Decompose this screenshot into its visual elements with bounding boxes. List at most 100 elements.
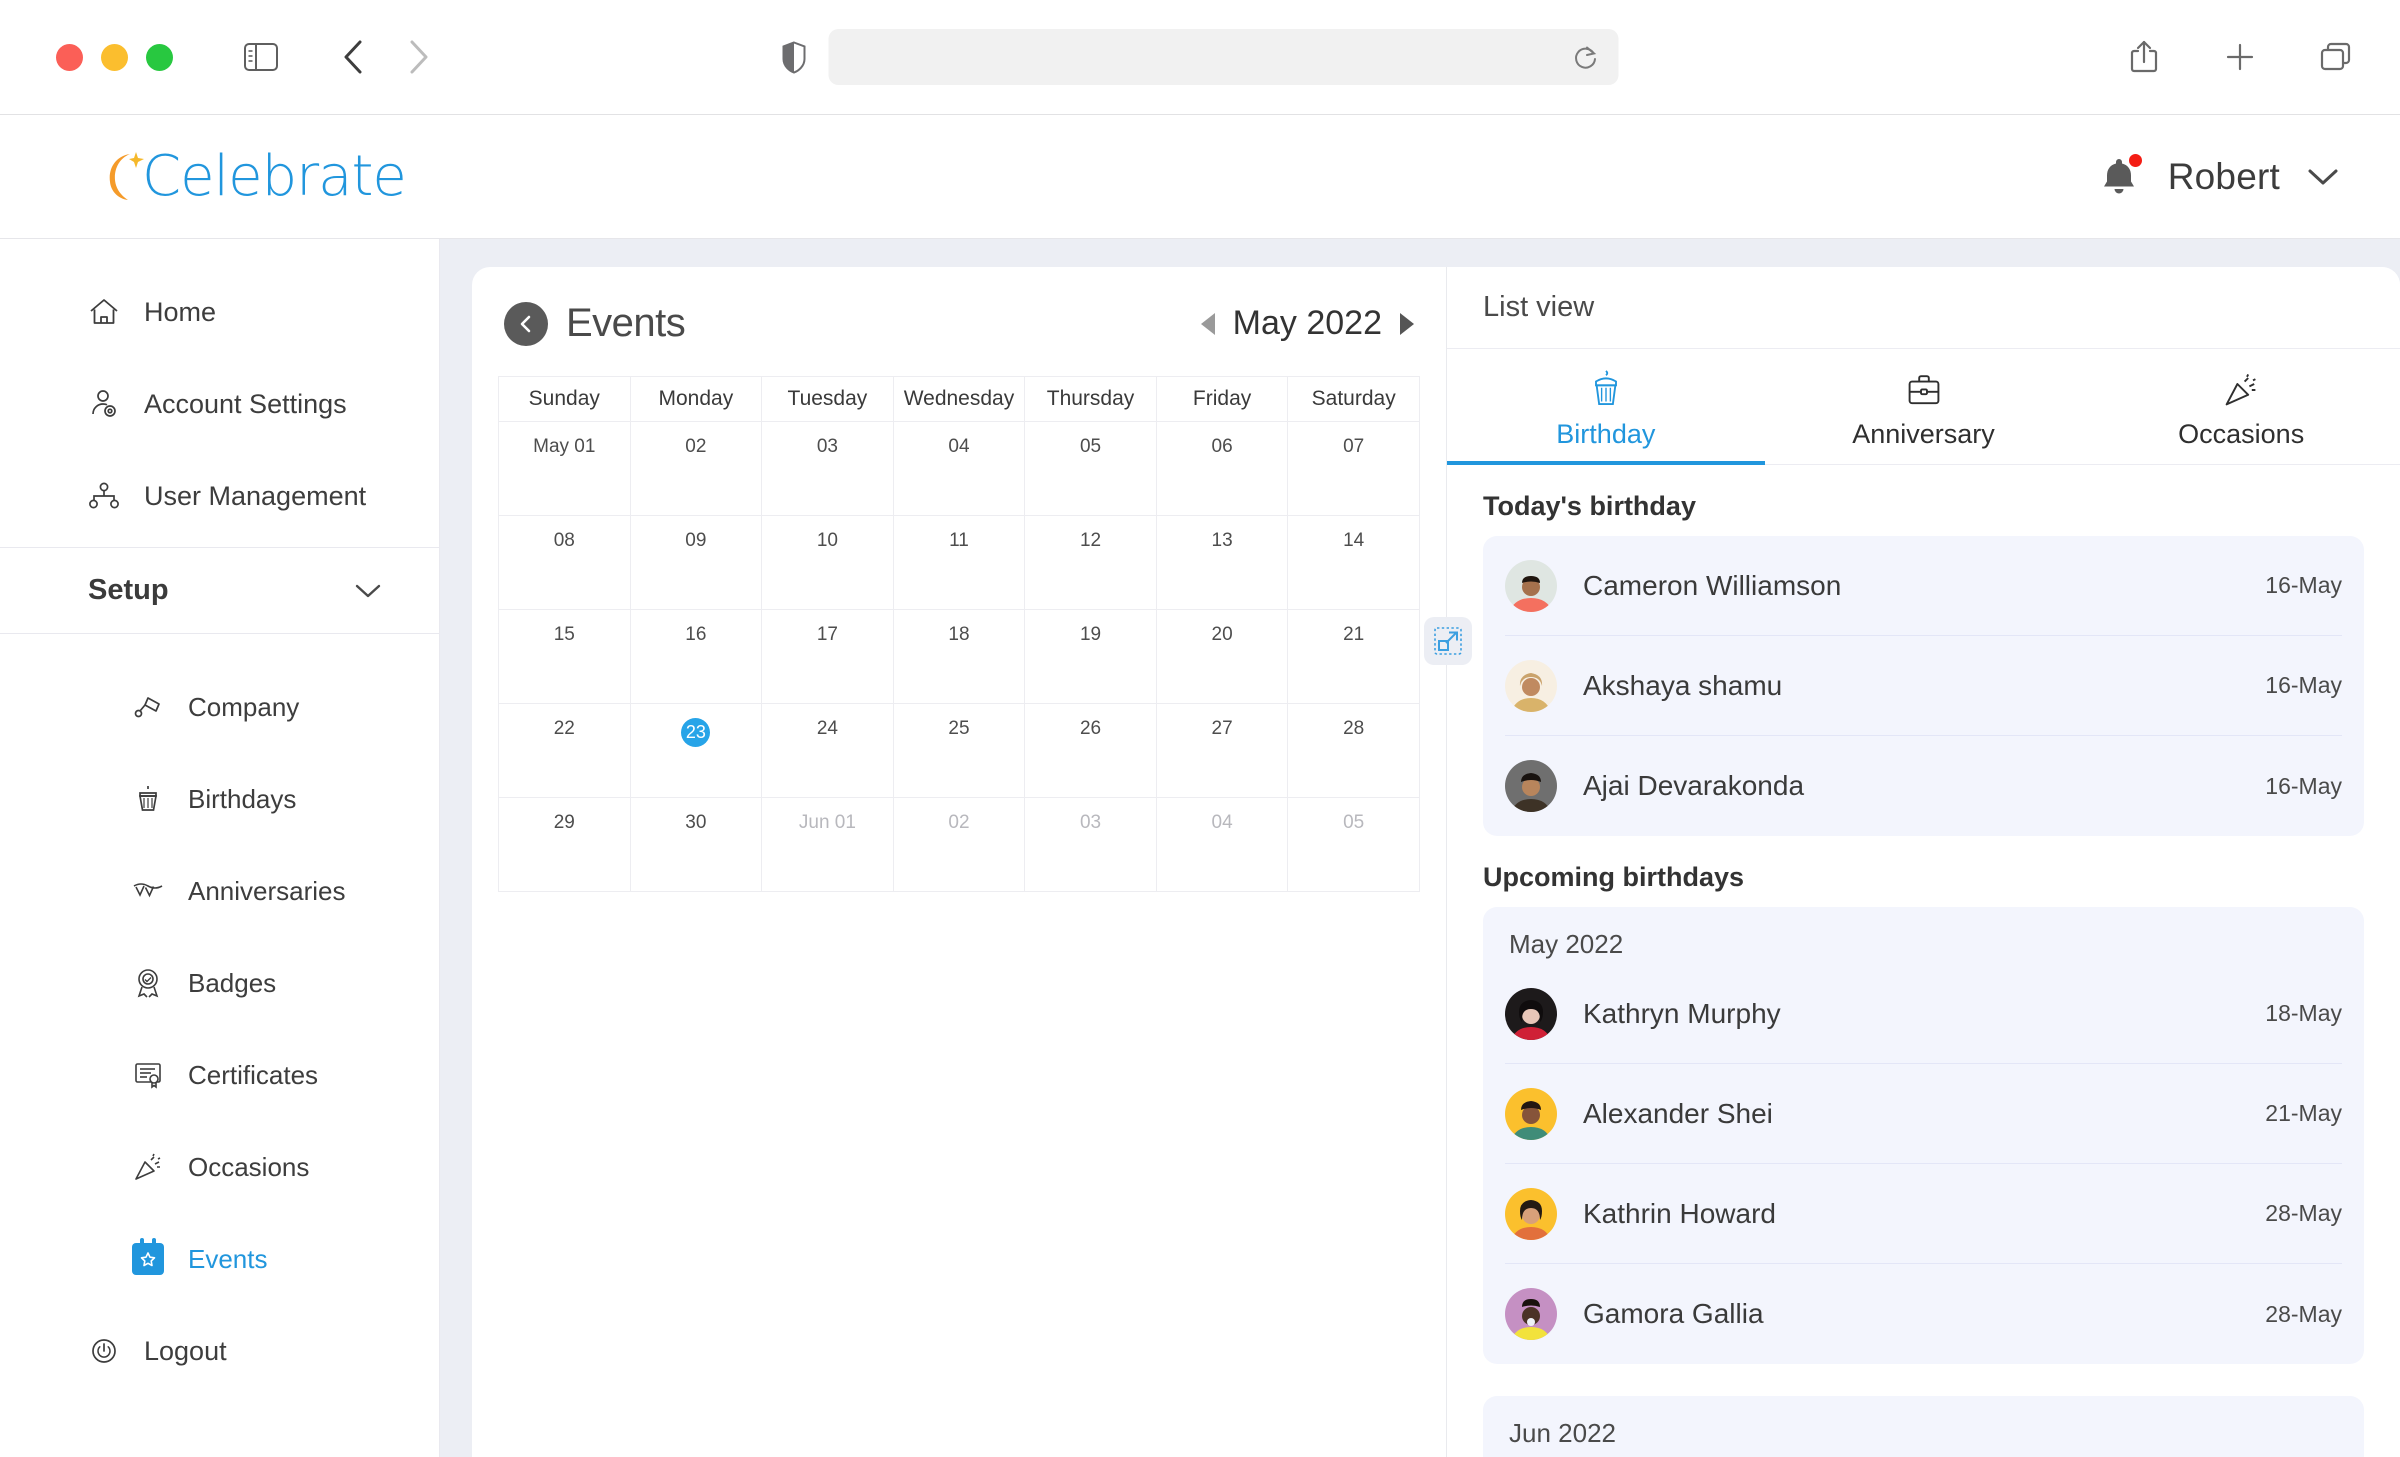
- sidebar-item-account-settings[interactable]: Account Settings: [0, 371, 439, 437]
- calendar-day-cell[interactable]: 13: [1155, 515, 1289, 610]
- list-item[interactable]: Gamora Gallia 28-May: [1505, 1264, 2342, 1364]
- share-icon[interactable]: [2116, 29, 2172, 85]
- sidebar-item-birthdays[interactable]: Birthdays: [0, 766, 439, 832]
- calendar-day-cell[interactable]: 15: [498, 609, 631, 704]
- sidebar-group-label: Setup: [88, 574, 169, 606]
- chevron-down-icon[interactable]: [2306, 166, 2340, 188]
- home-icon: [88, 296, 120, 328]
- person-date: 18-May: [2265, 1000, 2342, 1026]
- sidebar-item-anniversaries[interactable]: Anniversaries: [0, 858, 439, 924]
- tab-overview-icon[interactable]: [2308, 29, 2364, 85]
- chevron-down-icon[interactable]: [353, 581, 383, 601]
- app-logo[interactable]: Celebrate: [100, 144, 407, 209]
- list-item[interactable]: Akshaya shamu 16-May: [1505, 636, 2342, 736]
- url-input[interactable]: [828, 29, 1619, 85]
- forward-arrow-icon[interactable]: [391, 29, 447, 85]
- sidebar-item-company[interactable]: Company: [0, 674, 439, 740]
- avatar: [1505, 1187, 1557, 1240]
- person-name: Cameron Williamson: [1583, 569, 1842, 601]
- sidebar-item-label: Occasions: [188, 1151, 310, 1182]
- calendar-day-cell[interactable]: 18: [892, 609, 1026, 704]
- calendar-day-cell[interactable]: 10: [761, 515, 894, 610]
- calendar-day-cell[interactable]: 03: [1024, 797, 1157, 892]
- sidebar-item-label: Anniversaries: [188, 875, 346, 906]
- calendar-day-cell[interactable]: 04: [1155, 797, 1289, 892]
- calendar-day-cell[interactable]: 04: [892, 421, 1026, 516]
- calendar-day-cell[interactable]: 05: [1024, 421, 1157, 516]
- reload-icon[interactable]: [1573, 43, 1599, 71]
- calendar-day-cell[interactable]: 16: [629, 609, 763, 704]
- calendar-day-cell[interactable]: 20: [1155, 609, 1289, 704]
- sidebar-toggle-icon[interactable]: [233, 29, 289, 85]
- calendar-day-cell[interactable]: 30: [629, 797, 763, 892]
- notification-bell-icon[interactable]: [2096, 151, 2144, 202]
- list-item[interactable]: Alexander Shei 21-May: [1505, 1064, 2342, 1164]
- calendar-day-cell[interactable]: 25: [892, 703, 1026, 798]
- sidebar-item-badges[interactable]: Badges: [0, 950, 439, 1016]
- calendar-day-cell[interactable]: 12: [1024, 515, 1157, 610]
- sidebar-group-setup[interactable]: Setup: [0, 548, 439, 634]
- list-item[interactable]: Cameron Williamson 16-May: [1505, 536, 2342, 636]
- window-controls: [56, 43, 173, 71]
- tab-birthday[interactable]: Birthday: [1447, 349, 1765, 465]
- shield-icon[interactable]: [782, 40, 807, 74]
- list-scroll-area[interactable]: Today's birthday Cameron Williamson 16-M…: [1447, 465, 2400, 1457]
- calendar-day-cell[interactable]: 02: [892, 797, 1026, 892]
- sidebar-item-user-management[interactable]: User Management: [0, 463, 439, 529]
- close-window-button[interactable]: [56, 43, 83, 71]
- calendar-day-cell[interactable]: 09: [629, 515, 763, 610]
- avatar: [1505, 760, 1557, 812]
- chevron-left-circle-icon[interactable]: [504, 301, 548, 346]
- back-arrow-icon[interactable]: [325, 29, 381, 85]
- person-name: Alexander Shei: [1583, 1097, 1773, 1129]
- calendar-day-cell[interactable]: 27: [1155, 703, 1289, 798]
- logo-text: Celebrate: [142, 144, 407, 209]
- weekday-header: Thursday: [1024, 376, 1157, 422]
- calendar-day-cell[interactable]: 08: [498, 515, 631, 610]
- calendar-week-row: 29 30 Jun 01 02 03 04 05: [498, 797, 1420, 892]
- calendar-day-cell[interactable]: 28: [1287, 703, 1420, 798]
- list-item[interactable]: Ajai Devarakonda 16-May: [1505, 736, 2342, 836]
- sidebar-item-label: Logout: [144, 1335, 227, 1366]
- calendar-day-cell[interactable]: Jun 01: [761, 797, 894, 892]
- sidebar-item-events[interactable]: Events: [0, 1226, 439, 1292]
- tab-label: Birthday: [1556, 419, 1656, 449]
- calendar-day-cell[interactable]: 07: [1287, 421, 1420, 516]
- calendar-day-cell[interactable]: May 01: [498, 421, 631, 516]
- list-item[interactable]: Kathryn Murphy 18-May: [1505, 964, 2342, 1064]
- triangle-left-icon[interactable]: [1200, 312, 1215, 335]
- calendar-day-cell[interactable]: 26: [1024, 703, 1157, 798]
- calendar-day-cell[interactable]: 21: [1287, 609, 1420, 704]
- calendar-day-cell[interactable]: 03: [761, 421, 894, 516]
- calendar-day-cell[interactable]: 11: [892, 515, 1026, 610]
- calendar-day-cell-today[interactable]: 23: [629, 703, 763, 798]
- sidebar-item-occasions[interactable]: Occasions: [0, 1134, 439, 1200]
- calendar-day-cell[interactable]: 17: [761, 609, 894, 704]
- tab-label: Occasions: [2178, 419, 2305, 449]
- calendar-day-cell[interactable]: 06: [1155, 421, 1289, 516]
- cupcake-icon: [132, 783, 164, 815]
- sidebar: Home Account Settings User Management Se…: [0, 239, 440, 1457]
- list-item[interactable]: Kathrin Howard 28-May: [1505, 1164, 2342, 1264]
- calendar-day-cell[interactable]: 24: [761, 703, 894, 798]
- sidebar-item-label: Badges: [188, 967, 277, 998]
- user-name[interactable]: Robert: [2168, 156, 2280, 198]
- plus-icon[interactable]: [2212, 29, 2268, 85]
- calendar-day-cell[interactable]: 29: [498, 797, 631, 892]
- calendar-day-cell[interactable]: 19: [1024, 609, 1157, 704]
- calendar-day-cell[interactable]: 22: [498, 703, 631, 798]
- tab-anniversary[interactable]: Anniversary: [1765, 349, 2083, 464]
- calendar-day-cell[interactable]: 05: [1287, 797, 1420, 892]
- sidebar-item-logout[interactable]: Logout: [0, 1318, 439, 1384]
- calendar-star-icon: [132, 1238, 164, 1275]
- sidebar-item-certificates[interactable]: Certificates: [0, 1042, 439, 1108]
- calendar-day-cell[interactable]: 02: [629, 421, 763, 516]
- sidebar-item-label: Birthdays: [188, 783, 297, 814]
- triangle-right-icon[interactable]: [1400, 312, 1414, 335]
- maximize-window-button[interactable]: [146, 43, 173, 71]
- sidebar-item-home[interactable]: Home: [0, 279, 439, 345]
- minimize-window-button[interactable]: [101, 43, 128, 71]
- tab-occasions[interactable]: Occasions: [2082, 349, 2400, 464]
- calendar-day-cell[interactable]: 14: [1287, 515, 1420, 610]
- expand-panel-icon[interactable]: [1424, 617, 1472, 665]
